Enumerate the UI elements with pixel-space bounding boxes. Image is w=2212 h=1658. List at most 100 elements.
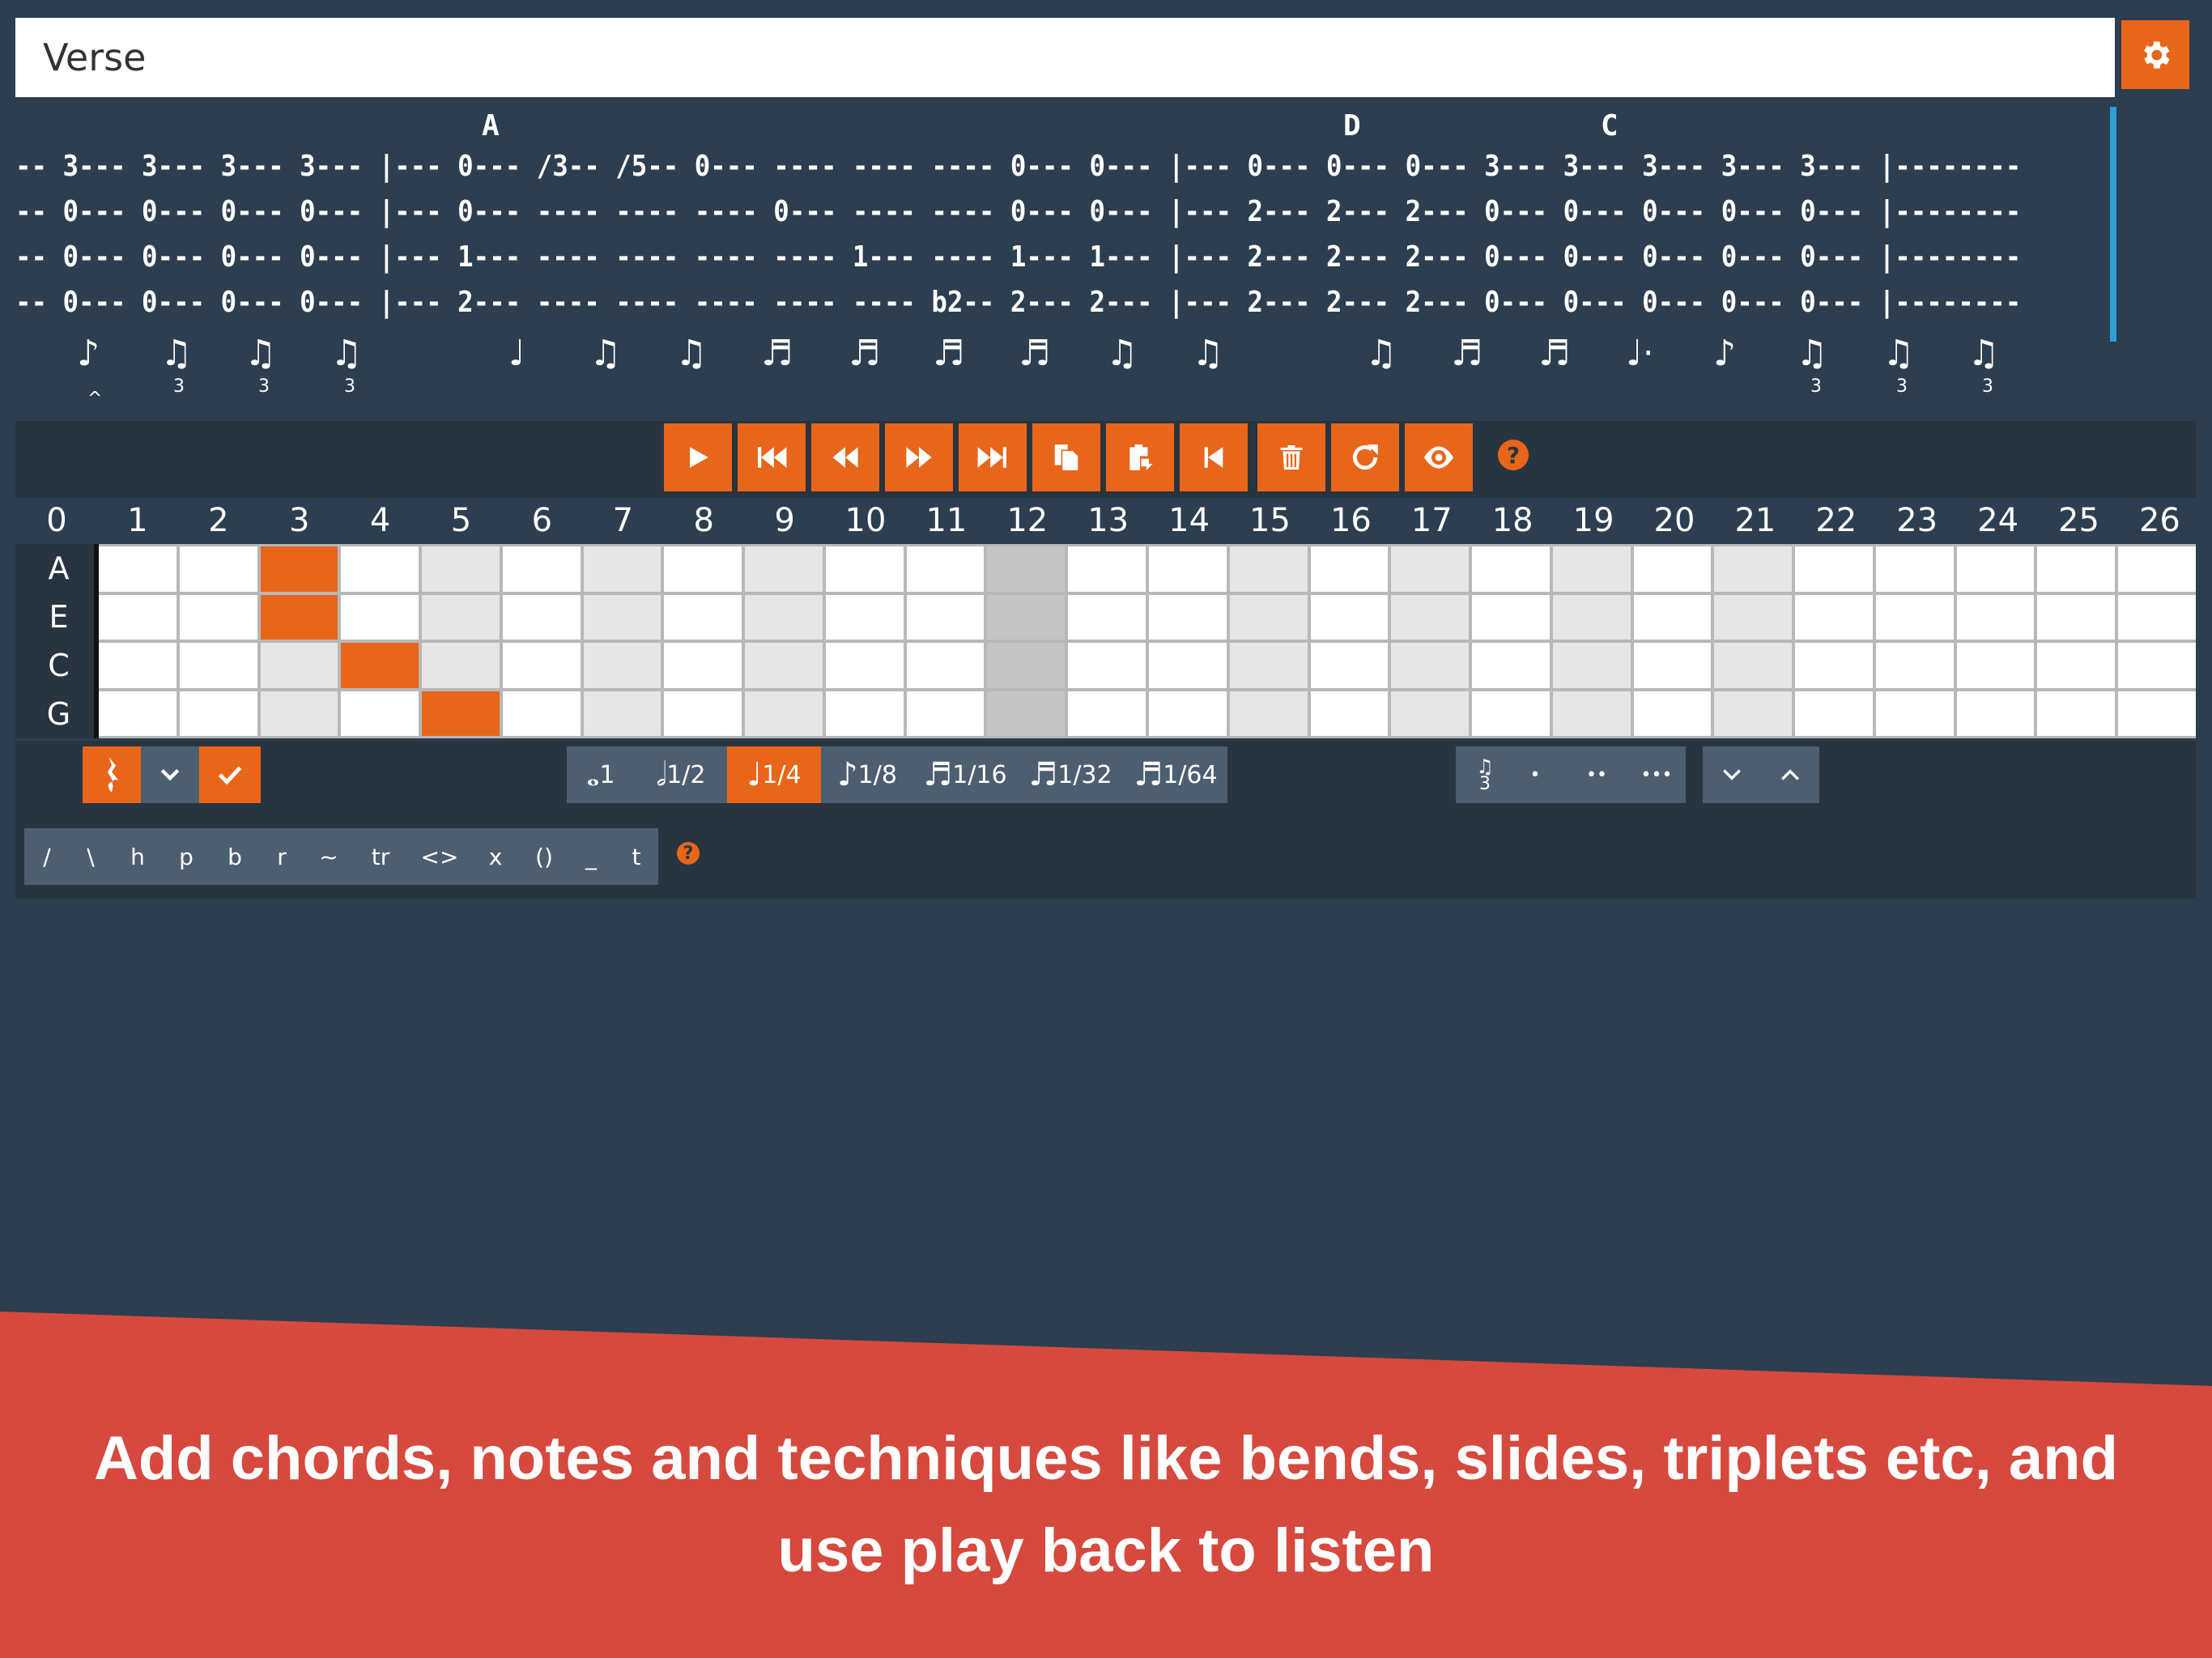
fret-cell[interactable] [2118,691,2196,736]
tab-string-line[interactable]: -- 3--- 3--- 3--- 3--- |--- 0--- /3-- /5… [15,150,2021,183]
fret-cell[interactable] [1068,691,1146,736]
fret-cell[interactable] [1714,643,1793,688]
fret-cell[interactable] [99,691,177,736]
duration-button-0[interactable]: 𝅝 1 [567,746,635,803]
fret-cell[interactable] [2037,643,2116,688]
fret-cell[interactable] [2037,546,2116,592]
rest-button[interactable] [83,746,141,803]
fret-cell[interactable] [1149,546,1227,592]
fret-cell[interactable] [502,546,581,592]
fret-cell[interactable] [906,594,985,640]
fret-cell[interactable] [1068,546,1146,592]
duration-button-5[interactable]: ♬ 1/32 [1017,746,1124,803]
refresh-button[interactable] [1331,423,1399,491]
fret-cell[interactable] [2118,643,2196,688]
move-up-button[interactable] [1761,746,1819,803]
fret-cell[interactable] [1552,594,1631,640]
settings-button[interactable] [2121,20,2189,89]
duration-button-4[interactable]: ♬ 1/16 [913,746,1017,803]
technique-button[interactable]: <> [420,828,459,885]
fret-cell[interactable] [260,643,338,688]
technique-button[interactable]: _ [572,828,610,885]
go-to-start-button[interactable] [1180,423,1248,491]
fret-cell[interactable] [1633,643,1712,688]
fret-cell[interactable] [1552,691,1631,736]
fret-cell[interactable] [341,643,419,688]
skip-to-start-button[interactable] [738,423,806,491]
fret-cell[interactable] [1795,546,1873,592]
fret-cell[interactable] [1391,594,1470,640]
fret-cell[interactable] [1391,546,1470,592]
fret-cell[interactable] [260,594,338,640]
fret-cell[interactable] [1956,643,2035,688]
tab-string-line[interactable]: -- 0--- 0--- 0--- 0--- |--- 0--- ---- --… [15,195,2021,228]
fret-cell[interactable] [341,594,419,640]
technique-button[interactable]: t [617,828,656,885]
double-dot-button[interactable]: •• [1571,746,1623,803]
fret-cell[interactable] [422,594,500,640]
fret-cell[interactable] [1472,594,1550,640]
chevron-down-button[interactable] [141,746,199,803]
fret-cell[interactable] [1310,691,1389,736]
fret-cell[interactable] [825,691,904,736]
fret-cell[interactable] [825,546,904,592]
fret-cell[interactable] [1149,594,1227,640]
fret-cell[interactable] [583,594,661,640]
fret-cell[interactable] [745,594,823,640]
fret-cell[interactable] [1552,546,1631,592]
fret-cell[interactable] [1229,594,1308,640]
technique-button[interactable]: ~ [309,828,348,885]
fret-cell[interactable] [1472,691,1550,736]
fret-cell[interactable] [825,594,904,640]
fret-cell[interactable] [1633,594,1712,640]
fret-cell[interactable] [502,643,581,688]
fret-cell[interactable] [583,546,661,592]
fret-cell[interactable] [987,691,1066,736]
fret-cell[interactable] [1310,594,1389,640]
fret-cell[interactable] [1875,546,1954,592]
fret-cell[interactable] [1633,546,1712,592]
duration-button-6[interactable]: ♬ 1/64 [1124,746,1227,803]
fret-cell[interactable] [1472,546,1550,592]
fret-cell[interactable] [1795,643,1873,688]
confirm-button[interactable] [199,746,261,803]
fret-cell[interactable] [502,594,581,640]
technique-button[interactable]: tr [361,828,400,885]
fret-cell[interactable] [1552,643,1631,688]
help-icon[interactable]: ? [1498,440,1529,470]
fret-cell[interactable] [99,643,177,688]
fret-cell[interactable] [179,643,257,688]
fret-cell[interactable] [1391,643,1470,688]
fret-cell[interactable] [745,691,823,736]
tab-string-line[interactable]: -- 0--- 0--- 0--- 0--- |--- 1--- ---- --… [15,240,2021,274]
fret-cell[interactable] [906,643,985,688]
single-dot-button[interactable]: • [1514,746,1556,803]
technique-button[interactable]: \ [71,828,110,885]
help-icon[interactable]: ? [677,842,700,865]
fret-cell[interactable] [341,691,419,736]
play-button[interactable] [664,423,732,491]
fret-cell[interactable] [1229,546,1308,592]
delete-button[interactable] [1257,423,1325,491]
duration-button-2[interactable]: ♩ 1/4 [727,746,821,803]
fret-cell[interactable] [1714,594,1793,640]
fret-cell[interactable] [745,546,823,592]
fret-cell[interactable] [987,546,1066,592]
duration-button-3[interactable]: ♪ 1/8 [821,746,913,803]
fret-cell[interactable] [583,691,661,736]
technique-button[interactable]: () [525,828,564,885]
technique-button[interactable]: p [167,828,206,885]
fret-cell[interactable] [987,594,1066,640]
fret-cell[interactable] [1875,643,1954,688]
skip-to-end-button[interactable] [959,423,1027,491]
fretboard-grid[interactable] [94,544,2196,738]
fret-cell[interactable] [1714,691,1793,736]
fret-cell[interactable] [906,546,985,592]
fret-cell[interactable] [583,643,661,688]
fret-cell[interactable] [664,594,742,640]
fret-cell[interactable] [502,691,581,736]
fret-cell[interactable] [1875,691,1954,736]
fret-cell[interactable] [341,546,419,592]
fret-cell[interactable] [2118,594,2196,640]
fret-cell[interactable] [422,546,500,592]
